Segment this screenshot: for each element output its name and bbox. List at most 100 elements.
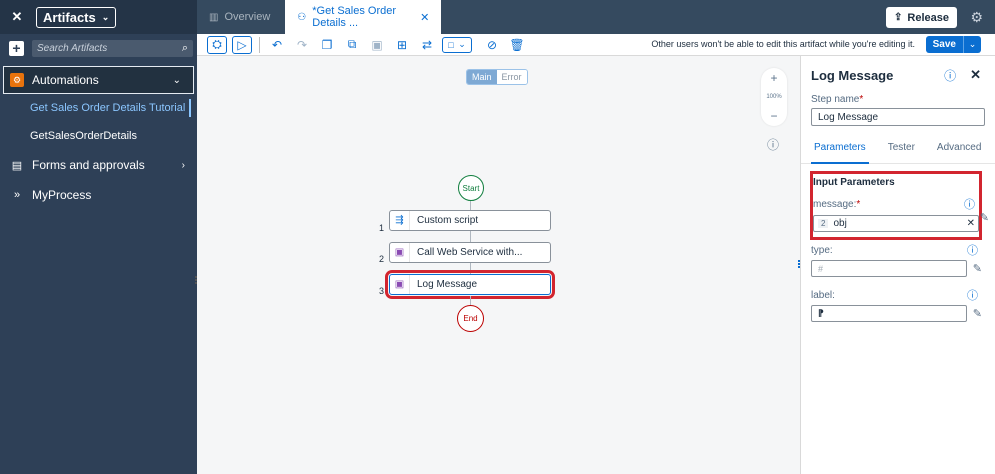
copy-button[interactable]: ❐ xyxy=(317,36,337,54)
form-icon: ▤ xyxy=(11,159,23,172)
add-artifact-button[interactable]: + xyxy=(9,40,24,56)
selection-mode-dropdown[interactable]: □ ⌄ xyxy=(442,36,472,53)
run-button[interactable]: ▷ xyxy=(232,35,252,54)
paste-button[interactable]: ▣ xyxy=(367,36,387,54)
sidebar-item-getsalesorderdetails[interactable]: GetSalesOrderDetails xyxy=(0,122,197,150)
type-field: type: ⓘ # ✎ xyxy=(801,242,995,277)
close-icon[interactable]: ✕ xyxy=(970,67,981,83)
step-number: 3 xyxy=(379,286,385,296)
chevron-down-icon: ⌄ xyxy=(458,39,466,49)
sidebar-item-myprocess[interactable]: » MyProcess xyxy=(0,180,197,210)
tab-label: Overview xyxy=(224,11,271,23)
edit-icon[interactable]: ✎ xyxy=(973,307,982,320)
delete-button[interactable]: 🗑 xyxy=(507,36,527,54)
zoom-control: + 100% − xyxy=(761,68,787,126)
search-icon[interactable]: ⌕ xyxy=(182,42,188,55)
message-input[interactable]: 2 obj ✕ xyxy=(813,215,979,232)
message-label: message:* xyxy=(813,199,860,210)
document-icon: ▥ xyxy=(209,11,219,23)
tab-bar: ▥ Overview ⚇ *Get Sales Order Details ..… xyxy=(197,0,995,34)
step-log-message[interactable]: ▣ Log Message xyxy=(385,270,555,299)
sidebar-item-label: GetSalesOrderDetails xyxy=(30,130,137,142)
step-label: Custom script xyxy=(417,215,479,226)
search-input[interactable] xyxy=(37,42,167,54)
start-node[interactable]: Start xyxy=(458,175,484,201)
save-button[interactable]: Save xyxy=(925,36,963,53)
input-parameters-section: Input Parameters message:* ⓘ 2 obj ✕ xyxy=(810,171,982,240)
type-input[interactable]: # xyxy=(811,260,967,277)
debug-button[interactable]: ⛭ xyxy=(207,35,227,54)
process-icon: » xyxy=(13,189,21,201)
properties-panel: Log Message ⓘ ✕ Step name* Log Message P… xyxy=(800,56,995,474)
sidebar-resize-handle[interactable] xyxy=(195,276,197,284)
sidebar-item-automations[interactable]: ⚙ Automations ⌄ xyxy=(3,66,194,94)
hide-icon[interactable]: ⊘ xyxy=(482,36,502,54)
sidebar-item-label: Get Sales Order Details Tutorial xyxy=(30,102,186,114)
redo-button[interactable]: ↷ xyxy=(292,36,312,54)
save-group: Save ⌄ xyxy=(925,36,981,53)
swap-button[interactable]: ⇄ xyxy=(417,36,437,54)
duplicate-button[interactable]: ⧉ xyxy=(342,36,362,54)
sidebar-search-row: + ⌕ xyxy=(0,36,197,60)
chevron-down-icon: ⌄ xyxy=(172,74,181,86)
message-field-header: message:* ⓘ xyxy=(813,196,979,212)
clipboard-icon: ▣ xyxy=(390,275,410,294)
type-field-header: type: ⓘ xyxy=(811,242,982,258)
artifacts-title: Artifacts xyxy=(43,9,96,25)
step-name-label-text: Step name xyxy=(811,94,860,105)
clear-icon[interactable]: ✕ xyxy=(967,218,975,229)
step-name-label: Step name* xyxy=(801,94,995,105)
tab-advanced[interactable]: Advanced xyxy=(934,142,984,164)
step-number: 1 xyxy=(379,223,385,233)
sidebar-item-get-sales-order-details-tutorial[interactable]: Get Sales Order Details Tutorial xyxy=(0,94,197,122)
edit-icon[interactable]: ✎ xyxy=(980,211,989,224)
variable-count-badge: 2 xyxy=(818,219,829,228)
release-button[interactable]: ⇪ Release xyxy=(886,7,957,28)
tab-label: *Get Sales Order Details ... xyxy=(312,5,397,29)
gear-icon[interactable]: ⚙ xyxy=(970,9,983,26)
chevron-down-icon: ⌄ xyxy=(101,11,110,22)
sidebar-item-label: Automations xyxy=(32,73,99,87)
step-call-web-service[interactable]: ▣ Call Web Service with... xyxy=(389,242,551,263)
flow-toggle: Main Error xyxy=(466,69,528,85)
panel-tabs: Parameters Tester Advanced xyxy=(801,142,995,164)
zoom-out-icon[interactable]: − xyxy=(770,109,777,123)
toggle-error[interactable]: Error xyxy=(496,70,527,84)
zoom-in-icon[interactable]: + xyxy=(770,71,777,85)
text-type-icon: ⁋ xyxy=(818,308,824,318)
info-icon[interactable]: ⓘ xyxy=(767,136,779,153)
label-input-row: ⁋ ✎ xyxy=(811,305,982,322)
connector-line xyxy=(470,263,471,274)
edit-icon[interactable]: ✎ xyxy=(973,262,982,275)
info-icon[interactable]: ⓘ xyxy=(967,242,978,258)
info-icon[interactable]: ⓘ xyxy=(944,67,956,84)
connector-line xyxy=(470,231,471,242)
number-type-icon: # xyxy=(818,263,824,274)
step-name-input[interactable]: Log Message xyxy=(811,108,985,126)
toggle-main[interactable]: Main xyxy=(467,70,497,84)
tab-tester[interactable]: Tester xyxy=(885,142,918,164)
label-field-header: label: ⓘ xyxy=(811,287,982,303)
save-options-chevron-icon[interactable]: ⌄ xyxy=(963,36,981,53)
message-value: obj xyxy=(833,218,847,229)
sidebar-item-forms-and-approvals[interactable]: ▤ Forms and approvals › xyxy=(0,150,197,180)
workflow-canvas[interactable]: Main Error + 100% − ⓘ Start 1 ⇶ Custom s… xyxy=(197,56,800,474)
sidebar-item-label: Forms and approvals xyxy=(32,158,145,172)
end-node[interactable]: End xyxy=(457,305,484,332)
undo-button[interactable]: ↶ xyxy=(267,36,287,54)
label-field: label: ⓘ ⁋ ✎ xyxy=(801,287,995,322)
close-tab-icon[interactable]: ✕ xyxy=(420,11,429,24)
close-icon[interactable]: ✕ xyxy=(8,8,26,26)
step-number: 2 xyxy=(379,254,385,264)
tab-overview[interactable]: ▥ Overview xyxy=(197,0,282,34)
info-icon[interactable]: ⓘ xyxy=(967,287,978,303)
label-input[interactable]: ⁋ xyxy=(811,305,967,322)
step-custom-script[interactable]: ⇶ Custom script xyxy=(389,210,551,231)
tab-parameters[interactable]: Parameters xyxy=(811,142,869,164)
app-root: ✕ Artifacts ⌄ + ⌕ ⚙ Automations ⌄ Get Sa… xyxy=(0,0,995,474)
artifacts-dropdown[interactable]: Artifacts ⌄ xyxy=(36,6,117,28)
info-icon[interactable]: ⓘ xyxy=(964,196,975,212)
release-label: Release xyxy=(907,11,949,24)
add-step-button[interactable]: ⊞ xyxy=(392,36,412,54)
tab-get-sales-order-details[interactable]: ⚇ *Get Sales Order Details ... ✕ xyxy=(285,0,442,34)
